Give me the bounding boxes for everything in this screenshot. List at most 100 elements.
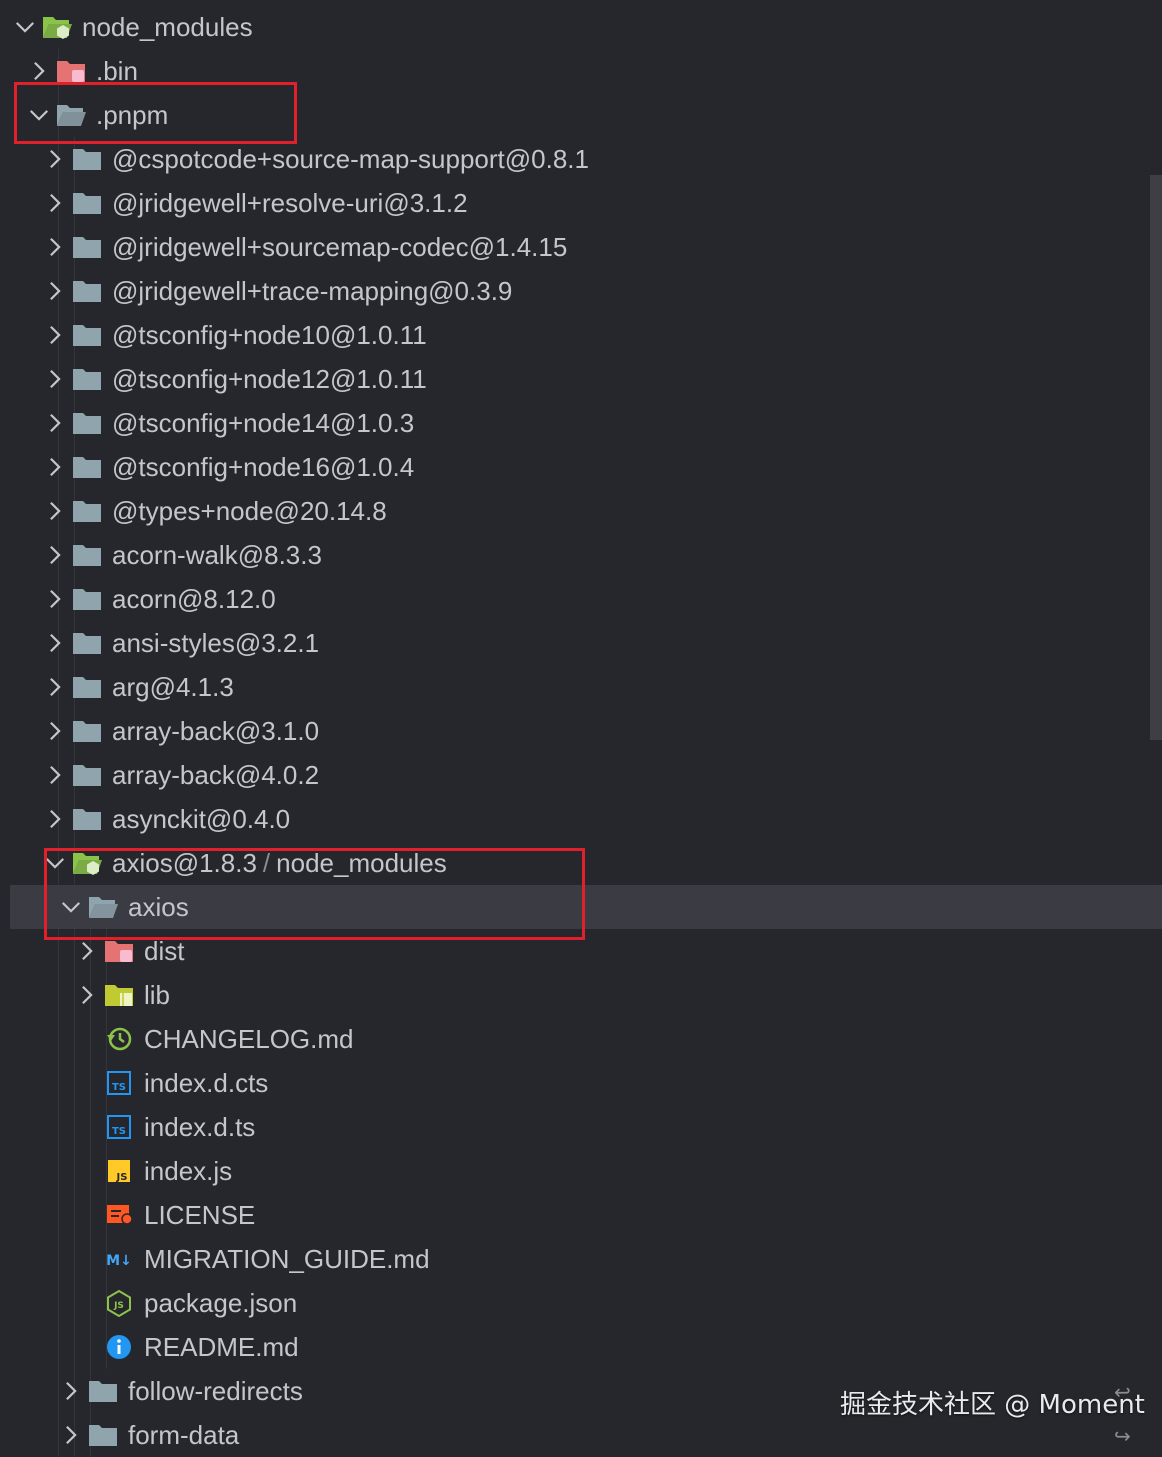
return-arrow-icon: ↩ xyxy=(1114,1382,1131,1404)
tree-item-label: LICENSE xyxy=(144,1199,256,1230)
tree-folder-row[interactable]: array-back@3.1.0 xyxy=(10,709,1162,753)
svg-text:M↓: M↓ xyxy=(106,1253,132,1269)
tree-folder-row[interactable]: @jridgewell+resolve-uri@3.1.2 xyxy=(10,181,1162,225)
folder-icon xyxy=(70,665,104,709)
typescript-icon: TS xyxy=(102,1105,136,1149)
tree-folder-row[interactable]: acorn@8.12.0 xyxy=(10,577,1162,621)
svg-text:JS: JS xyxy=(113,1301,124,1311)
folder-icon xyxy=(70,577,104,621)
chevron-right-icon[interactable] xyxy=(40,225,70,269)
chevron-right-icon[interactable] xyxy=(56,1413,86,1457)
tree-folder-row[interactable]: @tsconfig+node16@1.0.4 xyxy=(10,445,1162,489)
tree-folder-row[interactable]: @tsconfig+node14@1.0.3 xyxy=(10,401,1162,445)
svg-text:TS: TS xyxy=(112,1082,126,1093)
chevron-right-icon[interactable] xyxy=(40,621,70,665)
tree-folder-row[interactable]: @jridgewell+trace-mapping@0.3.9 xyxy=(10,269,1162,313)
tree-file-row[interactable]: README.md xyxy=(10,1325,1162,1369)
folder-icon xyxy=(70,445,104,489)
tree-item-label: dist xyxy=(144,935,185,966)
tree-file-row[interactable]: TS index.d.ts xyxy=(10,1105,1162,1149)
tree-file-row[interactable]: TS index.d.cts xyxy=(10,1061,1162,1105)
folder-icon xyxy=(70,797,104,841)
tree-file-row[interactable]: JS index.js xyxy=(10,1149,1162,1193)
tree-folder-row[interactable]: ansi-styles@3.2.1 xyxy=(10,621,1162,665)
tree-item-label: acorn-walk@8.3.3 xyxy=(112,539,322,570)
folder-icon xyxy=(86,1413,120,1457)
tree-folder-row[interactable]: acorn-walk@8.3.3 xyxy=(10,533,1162,577)
changelog-icon xyxy=(102,1017,136,1061)
chevron-right-icon[interactable] xyxy=(40,489,70,533)
chevron-right-icon[interactable] xyxy=(40,797,70,841)
tree-item-label: ansi-styles@3.2.1 xyxy=(112,627,320,658)
chevron-right-icon[interactable] xyxy=(40,665,70,709)
chevron-right-icon[interactable] xyxy=(40,753,70,797)
chevron-right-icon[interactable] xyxy=(40,533,70,577)
folder-icon xyxy=(70,181,104,225)
chevron-right-icon[interactable] xyxy=(40,445,70,489)
chevron-right-icon[interactable] xyxy=(56,1369,86,1413)
tree-folder-row[interactable]: arg@4.1.3 xyxy=(10,665,1162,709)
tree-folder-row[interactable]: @jridgewell+sourcemap-codec@1.4.15 xyxy=(10,225,1162,269)
svg-text:JS: JS xyxy=(116,1172,128,1183)
chevron-right-icon[interactable] xyxy=(40,269,70,313)
tree-folder-row[interactable]: node_modules xyxy=(10,5,1162,49)
chevron-right-icon[interactable] xyxy=(72,973,102,1017)
highlight-box-pnpm xyxy=(14,82,297,144)
chevron-right-icon[interactable] xyxy=(40,181,70,225)
folder-icon xyxy=(70,753,104,797)
folder-icon xyxy=(70,401,104,445)
tree-folder-row[interactable]: array-back@4.0.2 xyxy=(10,753,1162,797)
folder-icon xyxy=(70,357,104,401)
tree-folder-row[interactable]: @tsconfig+node10@1.0.11 xyxy=(10,313,1162,357)
typescript-icon: TS xyxy=(102,1061,136,1105)
tree-item-label: index.d.ts xyxy=(144,1111,256,1142)
chevron-down-icon[interactable] xyxy=(10,5,40,49)
tree-folder-row[interactable]: asynckit@0.4.0 xyxy=(10,797,1162,841)
tree-item-label: @tsconfig+node10@1.0.11 xyxy=(112,319,427,350)
tree-folder-row[interactable]: @tsconfig+node12@1.0.11 xyxy=(10,357,1162,401)
chevron-right-icon[interactable] xyxy=(40,313,70,357)
tree-item-label: arg@4.1.3 xyxy=(112,671,234,702)
chevron-right-icon[interactable] xyxy=(40,357,70,401)
watermark: 掘金技术社区 @ Moment xyxy=(840,1390,1145,1420)
tree-item-label: @tsconfig+node14@1.0.3 xyxy=(112,407,415,438)
tree-item-label: @jridgewell+trace-mapping@0.3.9 xyxy=(112,275,513,306)
tree-item-label: asynckit@0.4.0 xyxy=(112,803,291,834)
tree-file-row[interactable]: LICENSE xyxy=(10,1193,1162,1237)
tree-item-label: lib xyxy=(144,979,171,1010)
tree-file-row[interactable]: JS package.json xyxy=(10,1281,1162,1325)
tree-folder-row[interactable]: lib xyxy=(10,973,1162,1017)
folder-icon xyxy=(70,225,104,269)
tree-item-label: follow-redirects xyxy=(128,1375,303,1406)
markdown-icon: M↓ xyxy=(102,1237,136,1281)
folder-node-open-icon xyxy=(40,5,74,49)
chevron-right-icon[interactable] xyxy=(40,577,70,621)
tree-file-row[interactable]: CHANGELOG.md xyxy=(10,1017,1162,1061)
tree-item-label: MIGRATION_GUIDE.md xyxy=(144,1243,430,1274)
vertical-scrollbar[interactable] xyxy=(1150,175,1162,740)
info-icon xyxy=(102,1325,136,1369)
tree-item-label: @cspotcode+source-map-support@0.8.1 xyxy=(112,143,589,174)
chevron-right-icon[interactable] xyxy=(40,709,70,753)
tree-item-label: index.d.cts xyxy=(144,1067,269,1098)
folder-icon xyxy=(70,313,104,357)
folder-icon xyxy=(70,621,104,665)
svg-text:TS: TS xyxy=(112,1126,126,1137)
tree-item-label: node_modules xyxy=(82,11,253,42)
folder-icon xyxy=(70,709,104,753)
tree-file-row[interactable]: M↓ MIGRATION_GUIDE.md xyxy=(10,1237,1162,1281)
tree-item-label: @jridgewell+resolve-uri@3.1.2 xyxy=(112,187,468,218)
tree-item-label: form-data xyxy=(128,1419,240,1450)
chevron-right-icon[interactable] xyxy=(40,401,70,445)
tree-folder-row[interactable]: @types+node@20.14.8 xyxy=(10,489,1162,533)
tree-item-label: @tsconfig+node16@1.0.4 xyxy=(112,451,415,482)
return-arrow-icon: ↪ xyxy=(1114,1426,1131,1448)
tree-item-label: @tsconfig+node12@1.0.11 xyxy=(112,363,427,394)
tree-item-label: index.js xyxy=(144,1155,233,1186)
